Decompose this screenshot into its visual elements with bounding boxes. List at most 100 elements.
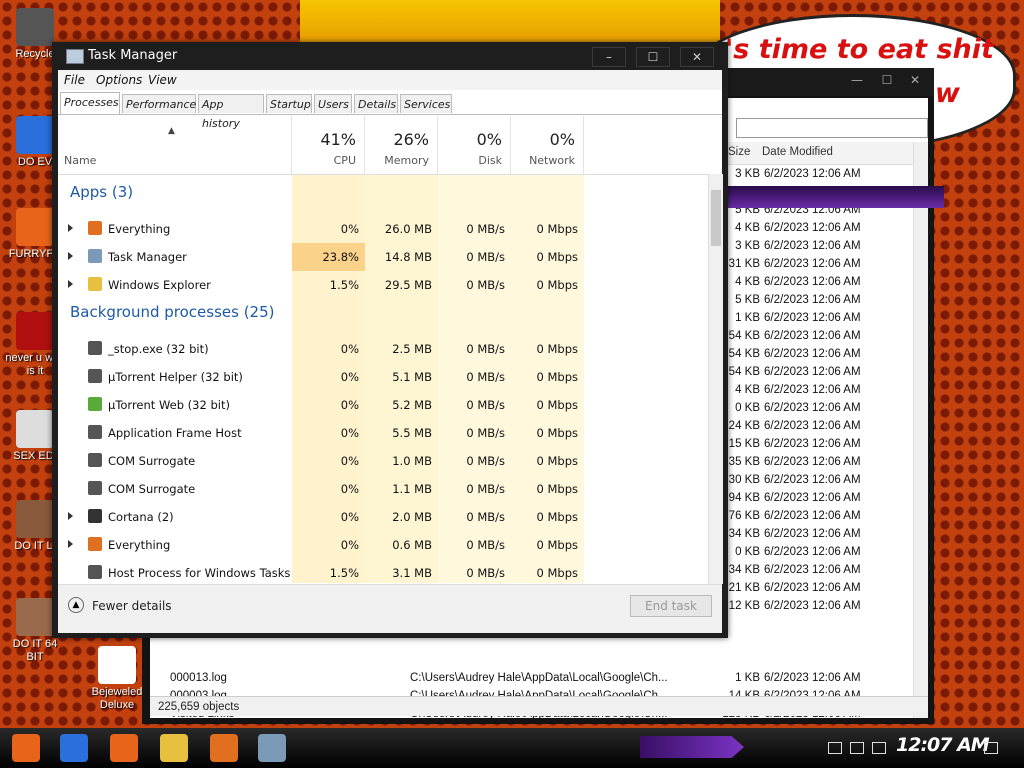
explorer-row[interactable]: 21 KB 6/2/2023 12:06 AM [710,582,918,600]
start-icon[interactable] [12,734,40,762]
explorer-row[interactable]: 54 KB 6/2/2023 12:06 AM [710,348,918,366]
task-manager-icon[interactable] [258,734,286,762]
file-date: 6/2/2023 12:06 AM [764,600,861,612]
chevron-up-icon[interactable]: ▲ [68,597,84,613]
firefox-icon[interactable] [110,734,138,762]
process-row[interactable]: µTorrent Helper (32 bit) 0% 5.1 MB 0 MB/s 0 … [58,363,708,391]
tab-details[interactable]: Details [354,94,398,113]
menu-file[interactable]: File [64,73,85,87]
explorer-row[interactable]: 5 KB 6/2/2023 12:06 AM [710,294,918,312]
explorer-row[interactable]: 24 KB 6/2/2023 12:06 AM [710,420,918,438]
tab-performance[interactable]: Performance [122,94,196,113]
process-row[interactable]: COM Surrogate 0% 1.0 MB 0 MB/s 0 Mbps [58,447,708,475]
close-icon[interactable]: ✕ [900,73,930,91]
explorer-row[interactable]: 12 KB 6/2/2023 12:06 AM [710,600,918,618]
taskbar-clock[interactable]: 12:07 AM [896,734,990,756]
minimize-icon[interactable]: — [842,73,872,91]
process-row[interactable]: Task Manager 23.8% 14.8 MB 0 MB/s 0 Mbps [58,243,708,271]
expand-caret-icon[interactable] [68,512,73,520]
explorer-row[interactable]: 31 KB 6/2/2023 12:06 AM [710,258,918,276]
network-icon[interactable] [850,742,864,754]
network-column-header[interactable]: 0% Network [511,116,584,174]
process-row[interactable]: Cortana (2) 0% 2.0 MB 0 MB/s 0 Mbps [58,503,708,531]
file-explorer-icon[interactable] [160,734,188,762]
tab-startup[interactable]: Startup [266,94,312,113]
process-row[interactable]: _stop.exe (32 bit) 0% 2.5 MB 0 MB/s 0 Mbps [58,335,708,363]
process-name: µTorrent Helper (32 bit) [108,370,243,384]
expand-caret-icon[interactable] [68,224,73,232]
explorer-row[interactable]: 94 KB 6/2/2023 12:06 AM [710,492,918,510]
process-row[interactable]: Everything 0% 0.6 MB 0 MB/s 0 Mbps [58,531,708,559]
file-size: 4 KB [735,222,760,234]
process-row[interactable]: Application Frame Host 0% 5.5 MB 0 MB/s 0 Mb… [58,419,708,447]
process-icon [88,453,102,467]
menu-view[interactable]: View [148,73,177,87]
explorer-row[interactable]: 34 KB 6/2/2023 12:06 AM [710,528,918,546]
explorer-row[interactable]: 54 KB 6/2/2023 12:06 AM [710,366,918,384]
network-cell: 0 Mbps [536,370,579,384]
explorer-row[interactable]: 1 KB 6/2/2023 12:06 AM [710,312,918,330]
process-row[interactable]: µTorrent Web (32 bit) 0% 5.2 MB 0 MB/s 0 Mbp… [58,391,708,419]
desktop-icon-label: DO IT 64 BIT [12,638,58,663]
explorer-row[interactable]: 3 KB 6/2/2023 12:06 AM [710,240,918,258]
expand-caret-icon[interactable] [68,280,73,288]
explorer-row[interactable]: 3 KB 6/2/2023 12:06 AM [710,168,918,186]
tab-app-history[interactable]: App history [198,94,264,130]
cpu-column-header[interactable]: 41% CPU [292,116,365,174]
explorer-row[interactable]: 34 KB 6/2/2023 12:06 AM [710,564,918,582]
memory-total: 26% [393,130,429,149]
size-column-header[interactable]: Size [728,146,750,158]
tab-services[interactable]: Services [400,94,452,113]
process-row[interactable]: COM Surrogate 0% 1.1 MB 0 MB/s 0 Mbps [58,475,708,503]
explorer-row[interactable]: 0 KB 6/2/2023 12:06 AM [710,546,918,564]
fewer-details-link[interactable]: Fewer details [92,599,172,613]
memory-cell: 1.1 MB [392,482,432,496]
process-row[interactable]: Everything 0% 26.0 MB 0 MB/s 0 Mbps [58,215,708,243]
network-cell: 0 Mbps [536,454,579,468]
explorer-row[interactable]: 4 KB 6/2/2023 12:06 AM [710,222,918,240]
expand-caret-icon[interactable] [68,540,73,548]
explorer-row[interactable]: 15 KB 6/2/2023 12:06 AM [710,438,918,456]
explorer-row[interactable]: 76 KB 6/2/2023 12:06 AM [710,510,918,528]
menu-options[interactable]: Options [96,73,142,87]
memory-column-header[interactable]: 26% Memory [365,116,438,174]
explorer-row[interactable]: 35 KB 6/2/2023 12:06 AM [710,456,918,474]
chrome-icon[interactable] [60,734,88,762]
date-modified-column-header[interactable]: Date Modified [762,146,833,158]
explorer-row[interactable]: 4 KB 6/2/2023 12:06 AM [710,276,918,294]
process-row[interactable]: Host Process for Windows Tasks 1.5% 3.1 MB… [58,559,708,583]
cpu-cell: 23.8% [292,243,365,271]
process-list-scrollbar[interactable] [708,174,723,584]
volume-icon[interactable] [872,742,886,754]
maximize-icon[interactable]: ☐ [872,73,902,91]
expand-caret-icon[interactable] [68,252,73,260]
explorer-scrollbar[interactable] [913,142,928,718]
explorer-row[interactable]: 30 KB 6/2/2023 12:06 AM [710,474,918,492]
tab-users[interactable]: Users [314,94,352,113]
tab-processes[interactable]: Processes [60,92,120,114]
file-size: 94 KB [728,492,760,504]
end-task-button[interactable]: End task [630,595,712,617]
explorer-row[interactable]: 54 KB 6/2/2023 12:06 AM [710,330,918,348]
maximize-icon[interactable]: ☐ [636,47,670,67]
task-manager-window[interactable]: Task Manager – ☐ ✕ File Options View Pro… [52,42,728,638]
name-column-header[interactable]: ▲ Name [58,116,292,174]
scrollbar-thumb[interactable] [711,190,721,246]
explorer-row[interactable]: 0 KB 6/2/2023 12:06 AM [710,402,918,420]
disk-column-header[interactable]: 0% Disk [438,116,511,174]
desktop-icon[interactable]: Bejeweled Deluxe [86,646,148,712]
close-icon[interactable]: ✕ [680,47,714,67]
process-row[interactable]: Windows Explorer 1.5% 29.5 MB 0 MB/s 0 Mbps [58,271,708,299]
explorer-row[interactable]: 000013.log C:\Users\Audrey Hale\AppData\L… [170,672,918,690]
explorer-row[interactable]: 4 KB 6/2/2023 12:06 AM [710,384,918,402]
explorer-path-field[interactable] [736,118,928,138]
task-manager-titlebar[interactable]: Task Manager – ☐ ✕ [52,42,728,70]
process-icon [88,509,102,523]
everything-icon[interactable] [210,734,238,762]
notification-tray-icon[interactable] [828,742,842,754]
process-name: Windows Explorer [108,278,211,292]
desktop-icon-image [16,8,54,46]
cpu-label: CPU [333,154,356,167]
minimize-icon[interactable]: – [592,47,626,67]
action-center-icon[interactable] [984,742,998,754]
